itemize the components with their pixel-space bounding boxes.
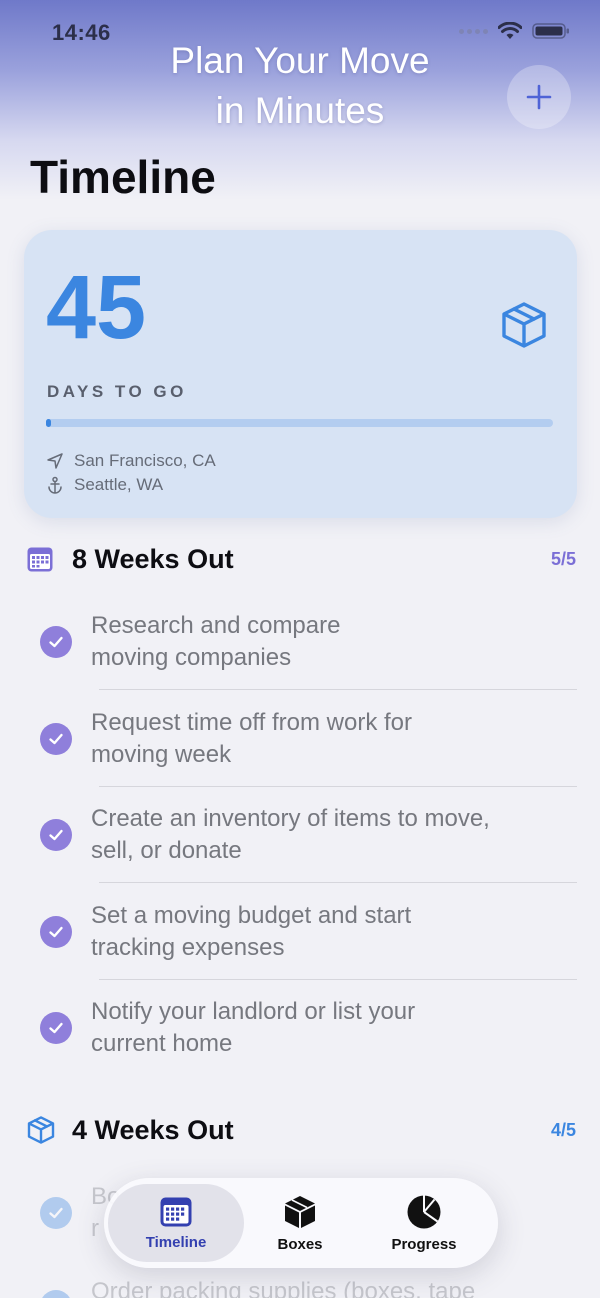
task-label-line1: Create an inventory of items to move, (91, 805, 490, 832)
divider (99, 689, 577, 690)
origin-city: San Francisco, CA (74, 451, 216, 470)
add-button[interactable] (507, 65, 571, 129)
section-title: 4 Weeks Out (72, 1114, 234, 1145)
task-label: Research and compare moving companies (91, 610, 521, 674)
task-label-line2: moving companies (91, 644, 292, 671)
cube-icon (499, 300, 549, 355)
section-header-8-weeks[interactable]: 8 Weeks Out 5/5 (26, 539, 576, 579)
destination-row: Seattle, WA (46, 475, 163, 495)
pie-chart-icon (407, 1195, 441, 1228)
task-label-line1: Notify your landlord or list your (91, 998, 416, 1025)
countdown-card[interactable]: 45 DAYS TO GO San Francisco, CA Seattle,… (24, 230, 577, 518)
plus-icon (526, 84, 552, 110)
tab-progress[interactable]: Progress (362, 1184, 486, 1262)
tab-timeline[interactable]: Timeline (108, 1184, 244, 1262)
task-label: Request time off from work for moving we… (91, 707, 521, 771)
checkmark-icon[interactable] (40, 723, 72, 755)
tab-label: Timeline (145, 1233, 207, 1251)
tab-label: Boxes (277, 1235, 323, 1253)
task-label-line1: Order packing supplies (boxes, tape (91, 1278, 476, 1298)
checkmark-icon[interactable] (40, 626, 72, 658)
section-header-4-weeks[interactable]: 4 Weeks Out 4/5 (26, 1110, 576, 1150)
page-title: Timeline (30, 151, 216, 203)
section-count: 5/5 (550, 548, 576, 569)
location-arrow-icon (47, 453, 63, 469)
destination-city: Seattle, WA (74, 475, 164, 494)
hero-headline-line1: Plan Your Move (170, 40, 430, 81)
tab-label: Progress (391, 1235, 457, 1253)
calendar-icon (27, 547, 53, 572)
task-label: Set a moving budget and start tracking e… (91, 900, 521, 964)
task-label-line1: Set a moving budget and start (91, 902, 412, 929)
task-label-line2: current home (91, 1030, 233, 1057)
countdown-progress-fill (46, 419, 52, 427)
signal-dots-icon (459, 28, 488, 34)
origin-row: San Francisco, CA (46, 451, 216, 471)
checkmark-icon[interactable] (40, 1012, 72, 1044)
task-label: Notify your landlord or list your curren… (91, 996, 521, 1060)
days-label: DAYS TO GO (47, 382, 187, 401)
task-label-line2: moving week (91, 741, 232, 768)
checkmark-icon[interactable] (40, 916, 72, 948)
tab-boxes[interactable]: Boxes (244, 1184, 356, 1262)
cube-icon (285, 1195, 315, 1228)
task-label-line1: Research and compare (91, 612, 341, 639)
countdown-progress (46, 419, 553, 427)
checkmark-icon[interactable] (40, 819, 72, 851)
anchor-icon (48, 476, 62, 494)
task-label-line2: sell, or donate (91, 837, 242, 864)
checkmark-icon[interactable] (40, 1197, 72, 1229)
task-label: Create an inventory of items to move, se… (91, 803, 521, 867)
divider (99, 882, 577, 883)
section-count: 4/5 (550, 1119, 576, 1140)
calendar-icon (160, 1197, 192, 1226)
section-title: 8 Weeks Out (72, 543, 234, 574)
task-label-line2: tracking expenses (91, 934, 285, 961)
tab-bar: Timeline Boxes Progress (104, 1178, 498, 1268)
divider (99, 786, 577, 787)
checkmark-icon[interactable] (40, 1290, 72, 1298)
task-label-line1: Request time off from work for (91, 709, 412, 736)
days-count: 45 (46, 258, 147, 358)
cube-icon (27, 1116, 55, 1144)
task-label: Order packing supplies (boxes, tape (91, 1276, 571, 1298)
divider (99, 979, 577, 980)
